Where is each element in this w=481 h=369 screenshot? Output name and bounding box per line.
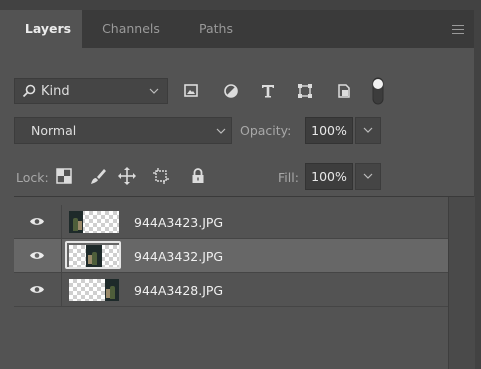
smart-object-filter-icon[interactable] [333, 80, 355, 102]
panel-menu-icon[interactable] [452, 25, 464, 34]
chevron-down-icon [363, 173, 373, 179]
layer-row[interactable]: 944A3423.JPG [14, 205, 448, 239]
layer-thumbnail [69, 245, 119, 267]
photo-thumbnail [105, 279, 119, 301]
layers-list-separator [14, 196, 474, 197]
opacity-label: Opacity: [240, 123, 292, 138]
chevron-down-icon [149, 88, 159, 94]
panel-right-edge [474, 10, 481, 369]
type-filter-icon[interactable] [257, 80, 279, 102]
visibility-toggle[interactable] [14, 205, 62, 238]
tab-layers[interactable]: Layers [14, 10, 82, 48]
lock-image-pixels-icon[interactable] [88, 166, 108, 186]
panel-left-edge [0, 10, 14, 369]
layer-name[interactable]: 944A3428.JPG [134, 283, 223, 298]
layers-panel: Layers Channels Paths Kind Normal Opacit… [0, 0, 481, 369]
opacity-dropdown-button[interactable] [355, 117, 381, 144]
eye-icon [30, 218, 44, 225]
eye-icon [30, 286, 44, 293]
eye-icon [30, 252, 44, 259]
search-icon [22, 84, 36, 98]
layer-name[interactable]: 944A3423.JPG [134, 215, 223, 230]
fill-input[interactable]: 100% [305, 163, 353, 190]
opacity-input[interactable]: 100% [305, 117, 353, 144]
panel-top-strip [0, 0, 481, 10]
layer-thumbnail [69, 211, 119, 233]
lock-transparent-pixels-icon[interactable] [54, 166, 74, 186]
adjustment-filter-icon[interactable] [220, 80, 242, 102]
chevron-down-icon [363, 127, 373, 133]
layers-list-empty-area [14, 309, 448, 369]
tab-paths[interactable]: Paths [178, 10, 254, 48]
filter-kind-select[interactable]: Kind [14, 78, 168, 104]
layer-row[interactable]: 944A3428.JPG [14, 273, 448, 307]
lock-all-icon[interactable] [188, 166, 208, 186]
fill-dropdown-button[interactable] [355, 163, 381, 190]
photo-thumbnail [69, 211, 83, 233]
fill-label: Fill: [278, 170, 299, 185]
photo-thumbnail [86, 245, 102, 267]
shape-filter-icon[interactable] [294, 80, 316, 102]
filter-kind-label: Kind [41, 84, 70, 99]
image-filter-icon[interactable] [180, 80, 202, 102]
visibility-toggle[interactable] [14, 273, 62, 306]
lock-artboard-icon[interactable] [151, 166, 171, 186]
panel-tab-bar: Layers Channels Paths [14, 10, 474, 48]
layer-row[interactable]: 944A3432.JPG [14, 239, 448, 273]
layer-name[interactable]: 944A3432.JPG [134, 249, 223, 264]
lock-label: Lock: [16, 170, 49, 185]
layer-thumbnail [69, 279, 119, 301]
blend-mode-select[interactable]: Normal [14, 117, 232, 144]
chevron-down-icon [216, 128, 226, 134]
filter-toggle-icon[interactable] [371, 76, 385, 106]
tab-channels[interactable]: Channels [86, 10, 176, 48]
blend-mode-label: Normal [31, 123, 77, 138]
lock-position-icon[interactable] [117, 166, 137, 186]
visibility-toggle[interactable] [14, 239, 62, 272]
layers-scrollbar[interactable] [448, 197, 475, 369]
